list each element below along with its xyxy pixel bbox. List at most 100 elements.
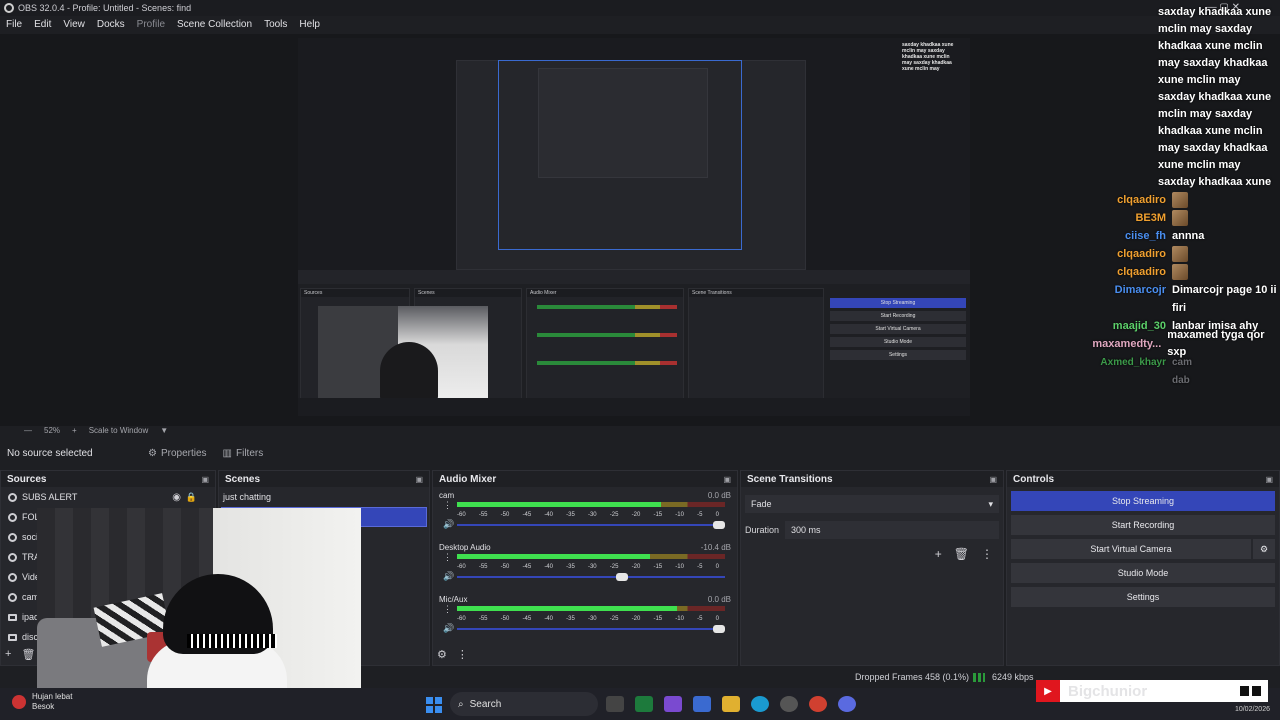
properties-label: Properties — [160, 447, 207, 459]
undock-icon[interactable]: ▣ — [1265, 475, 1273, 484]
filters-button[interactable]: ▥ Filters — [215, 448, 272, 459]
zoom-dropdown-icon[interactable]: ▼ — [160, 426, 168, 435]
chat-user-line: Dimarcojr Dimarcojr page 10 ii — [1080, 281, 1280, 299]
chat-text: dab — [1172, 374, 1190, 386]
menu-edit[interactable]: Edit — [34, 19, 51, 30]
undock-icon[interactable]: ▣ — [415, 475, 423, 484]
start-recording-button[interactable]: Start Recording — [1011, 515, 1275, 535]
chrome-icon[interactable] — [809, 696, 827, 712]
undock-icon[interactable]: ▣ — [989, 475, 997, 484]
source-item[interactable]: SUBS ALERT ◉ 🔒 — [1, 487, 215, 507]
obs-taskbar-icon[interactable] — [780, 696, 798, 712]
volume-knob[interactable] — [713, 625, 725, 633]
audio-mixer-dock: Audio Mixer ▣ cam 0.0 dB ⋮ -60 -55 -50 -45 -40 -3… — [432, 470, 738, 666]
program-preview[interactable]: saxday khadkaa xune mclin may saxday kha… — [298, 38, 970, 416]
taskbar-user[interactable]: Hujan lebat Besok — [12, 692, 72, 712]
channel-menu-icon[interactable]: ⋮ — [443, 500, 452, 511]
menu-scene-collection[interactable]: Scene Collection — [177, 19, 252, 30]
meter-tick: -60 — [457, 512, 466, 518]
remove-transition-icon[interactable]: 🗑 — [954, 547, 969, 561]
remove-source-icon[interactable]: 🗑 — [21, 648, 35, 661]
transition-select[interactable]: Fade ▾ — [745, 495, 999, 513]
scene-item[interactable]: just chatting — [219, 487, 429, 507]
start-virtual-camera-button[interactable]: Start Virtual Camera — [1011, 539, 1251, 559]
mixer-menu-icon[interactable]: ⋮ — [457, 648, 468, 661]
transition-value: Fade — [751, 499, 772, 509]
lock-icon[interactable]: 🔒 — [186, 492, 197, 503]
chat-user-line: clqaadiro — [1080, 245, 1280, 263]
speaker-icon[interactable]: 🔊 — [443, 623, 454, 634]
controls-dock: Controls ▣ Stop Streaming Start Recording… — [1006, 470, 1280, 666]
taskbar-search[interactable]: ⌕ Search — [450, 692, 598, 716]
duration-input[interactable]: 300 ms — [785, 521, 999, 539]
undock-icon[interactable]: ▣ — [723, 475, 731, 484]
search-icon: ⌕ — [458, 698, 464, 710]
menu-tools[interactable]: Tools — [264, 19, 287, 30]
signal-icon — [973, 673, 985, 682]
properties-button[interactable]: ⚙ Properties — [140, 448, 215, 459]
chat-username: clqaadiro — [1117, 247, 1166, 260]
store-icon[interactable] — [693, 696, 711, 712]
meter-scale: -60 -55 -50 -45 -40 -35 -30 -25 -20 -15 -10 -5 0 — [457, 564, 719, 572]
chat-user-line: clqaadiro — [1080, 263, 1280, 281]
meter-tick: -5 — [697, 512, 703, 518]
mixer-channel: cam 0.0 dB ⋮ -60 -55 -50 -45 -40 -35 -30 -25 -20 -15… — [433, 487, 737, 539]
volume-knob[interactable] — [713, 521, 725, 529]
chat-username: maajid_30 — [1112, 319, 1166, 332]
channel-header: cam 0.0 dB — [439, 487, 731, 500]
meter-tick: -25 — [609, 512, 619, 518]
edge-icon[interactable] — [751, 696, 769, 712]
scale-to-window[interactable]: Scale to Window — [89, 426, 149, 435]
excel-icon[interactable] — [635, 696, 653, 712]
file-explorer-icon[interactable] — [722, 696, 740, 712]
chat-text: firi — [1172, 301, 1187, 314]
stop-streaming-button[interactable]: Stop Streaming — [1011, 491, 1275, 511]
advanced-audio-icon[interactable]: ⚙ — [437, 648, 447, 661]
visibility-eye-icon[interactable]: ◉ — [172, 492, 181, 503]
meter-tick: -25 — [609, 616, 619, 622]
meter-tick: -45 — [522, 564, 532, 570]
preview-chat-overlay: saxday khadkaa xune mclin may saxday kha… — [902, 42, 966, 72]
preview-chat-line: xune mclin may — [902, 66, 940, 72]
volume-slider[interactable]: 🔊 — [443, 571, 725, 582]
meter-scale: -60 -55 -50 -45 -40 -35 -30 -25 -20 -15 -10 -5 0 — [457, 616, 719, 624]
youtube-play-icon: ▶ — [1036, 680, 1060, 702]
zoom-in-button[interactable]: + — [72, 426, 77, 435]
meter-tick: -55 — [478, 512, 488, 518]
volume-slider[interactable]: 🔊 — [443, 623, 725, 634]
windows-start-icon[interactable] — [426, 697, 442, 713]
channel-name: cam — [439, 491, 455, 500]
m365-icon[interactable] — [664, 696, 682, 712]
volume-knob[interactable] — [615, 573, 628, 581]
menu-docks[interactable]: Docks — [97, 19, 125, 30]
source-type-icon — [8, 633, 17, 641]
volume-track — [457, 576, 725, 578]
menu-view[interactable]: View — [63, 19, 85, 30]
volume-slider[interactable]: 🔊 — [443, 519, 725, 530]
add-source-icon[interactable]: + — [5, 648, 11, 661]
zoom-level: 52% — [44, 425, 61, 435]
chat-message: may saxday khadkaa — [1158, 57, 1268, 69]
virtual-camera-settings-icon[interactable]: ⚙ — [1253, 539, 1275, 559]
transition-menu-icon[interactable]: ⋮ — [981, 547, 993, 561]
scene-label: just chatting — [223, 492, 272, 502]
settings-button[interactable]: Settings — [1011, 587, 1275, 607]
channel-menu-icon[interactable]: ⋮ — [443, 604, 452, 615]
channel-menu-icon[interactable]: ⋮ — [443, 552, 452, 563]
meter-tick: -20 — [631, 512, 641, 518]
zoom-out-button[interactable]: — — [24, 426, 32, 435]
task-view-icon[interactable] — [606, 696, 624, 712]
discord-icon[interactable] — [838, 696, 856, 712]
add-transition-icon[interactable]: + — [935, 547, 942, 561]
taskbar-apps — [606, 696, 856, 712]
menu-help[interactable]: Help — [299, 19, 320, 30]
speaker-icon[interactable]: 🔊 — [443, 519, 454, 530]
meter-tick: 0 — [715, 512, 719, 518]
undock-icon[interactable]: ▣ — [201, 475, 209, 484]
menu-file[interactable]: File — [6, 19, 22, 30]
chat-text: annna — [1172, 229, 1205, 242]
sources-header: Sources ▣ — [1, 471, 215, 487]
menu-profile[interactable]: Profile — [137, 19, 165, 30]
speaker-icon[interactable]: 🔊 — [443, 571, 454, 582]
studio-mode-button[interactable]: Studio Mode — [1011, 563, 1275, 583]
